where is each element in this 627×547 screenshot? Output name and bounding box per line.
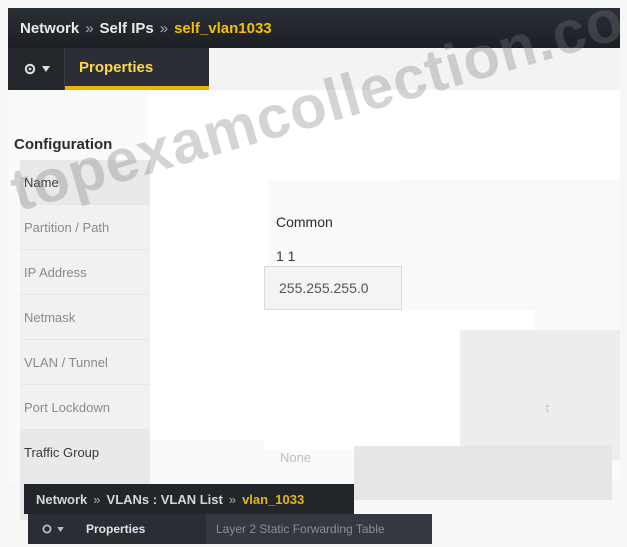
bottom-breadcrumb-network[interactable]: Network	[36, 492, 87, 507]
ip-address-value: 1 1	[276, 248, 296, 264]
label-port-lockdown: Port Lockdown	[20, 385, 150, 430]
redaction-block	[398, 180, 620, 330]
label-ip-address: IP Address	[20, 250, 150, 295]
bottom-tab-row: Properties Layer 2 Static Forwarding Tab…	[28, 514, 432, 544]
label-column: Name Partition / Path IP Address Netmask…	[20, 160, 150, 520]
redaction-block	[148, 90, 620, 180]
tab-row: Properties	[8, 48, 620, 90]
bottom-gear-menu-button[interactable]	[28, 523, 76, 535]
bottom-tab-properties[interactable]: Properties	[76, 522, 206, 536]
redaction-block	[148, 180, 268, 440]
service-policy-select[interactable]: None	[280, 450, 311, 465]
tab-bar-filler	[209, 48, 620, 90]
bottom-tab-l2-forwarding[interactable]: Layer 2 Static Forwarding Table	[206, 514, 432, 544]
select-placeholder: ↕	[544, 400, 551, 415]
partition-value: Common	[276, 214, 333, 230]
breadcrumb-separator: »	[159, 19, 169, 37]
section-title: Configuration	[14, 136, 113, 153]
breadcrumb: Network » Self IPs » self_vlan1033	[8, 8, 620, 48]
netmask-value: 255.255.255.0	[264, 266, 402, 310]
breadcrumb-self-ips[interactable]: Self IPs	[100, 20, 154, 37]
bottom-breadcrumb: Network » VLANs : VLAN List » vlan_1033	[24, 484, 354, 514]
redaction-block	[354, 446, 612, 500]
label-partition: Partition / Path	[20, 205, 150, 250]
configuration-section: ↕ Configuration Name Partition / Path IP…	[8, 90, 620, 520]
breadcrumb-separator: »	[85, 19, 94, 37]
right-panel	[460, 330, 620, 460]
gear-menu-button[interactable]	[8, 48, 65, 90]
label-traffic-group: Traffic Group	[20, 430, 150, 475]
breadcrumb-current: self_vlan1033	[174, 19, 272, 37]
screenshot-frame: Network » Self IPs » self_vlan1033 Prope…	[0, 0, 627, 547]
label-netmask: Netmask	[20, 295, 150, 340]
gear-icon	[24, 63, 35, 75]
bottom-breadcrumb-current: vlan_1033	[242, 491, 305, 507]
label-vlan: VLAN / Tunnel	[20, 340, 150, 385]
breadcrumb-network[interactable]: Network	[20, 20, 79, 37]
chevron-down-icon	[56, 526, 64, 532]
gear-icon	[42, 524, 51, 534]
label-name: Name	[20, 160, 150, 205]
breadcrumb-separator: »	[93, 491, 101, 507]
chevron-down-icon	[41, 66, 50, 72]
breadcrumb-separator: »	[228, 491, 237, 507]
bottom-breadcrumb-vlan-list[interactable]: VLANs : VLAN List	[107, 492, 223, 507]
tab-properties[interactable]: Properties	[65, 48, 209, 90]
